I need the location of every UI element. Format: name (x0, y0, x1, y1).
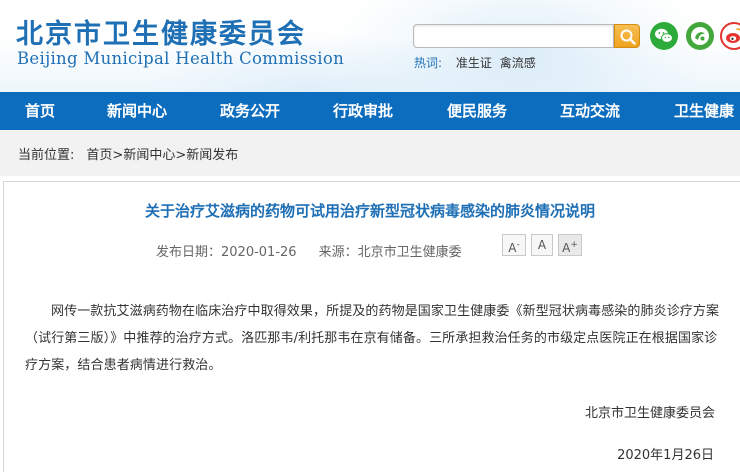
search-field[interactable] (413, 24, 614, 48)
article-signature: 北京市卫生健康委员会 (584, 406, 715, 421)
breadcrumb-separator: > (112, 148, 124, 163)
hotwords: 热词: 准生证 禽流感 (414, 54, 540, 71)
nav-item-interaction[interactable]: 互动交流 (560, 92, 620, 130)
breadcrumb-home[interactable]: 首页 (86, 148, 112, 163)
hotword-link[interactable]: 准生证 (456, 56, 492, 70)
nav-item-government-affairs[interactable]: 政务公开 (220, 92, 280, 130)
breadcrumb: 当前位置: 首页>新闻中心>新闻发布 (18, 144, 238, 163)
logo-english[interactable]: Beijing Municipal Health Commission (17, 49, 344, 68)
breadcrumb-label: 当前位置: (18, 148, 75, 163)
search-icon (620, 29, 636, 45)
nav-item-administrative-approval[interactable]: 行政审批 (333, 92, 393, 130)
article-source: 来源：北京市卫生健康委 (318, 245, 462, 260)
article-meta: 发布日期：2020-01-26 来源：北京市卫生健康委 (156, 241, 462, 260)
article-body: 网传一款抗艾滋病药物在临床治疗中取得效果，所提及的药物是国家卫生健康委《新型冠状… (25, 304, 720, 373)
breadcrumb-news[interactable]: 新闻中心 (123, 148, 175, 163)
font-size-small-sup: - (516, 240, 520, 250)
search-button[interactable] (614, 24, 640, 48)
wechat-icon[interactable] (650, 22, 678, 50)
font-size-medium-label: A (537, 238, 547, 252)
logo-chinese[interactable]: 北京市卫生健康委员会 (16, 12, 306, 51)
font-size-small-button[interactable]: A- (502, 234, 526, 256)
app-icon[interactable] (686, 22, 714, 50)
weibo-icon[interactable] (720, 22, 740, 50)
breadcrumb-news-release[interactable]: 新闻发布 (186, 148, 238, 163)
hotwords-label: 热词: (414, 56, 443, 70)
site-header: 北京市卫生健康委员会 Beijing Municipal Health Comm… (0, 0, 740, 92)
font-size-medium-button[interactable]: A (531, 234, 553, 256)
nav-item-health[interactable]: 卫生健康 (674, 92, 734, 130)
nav-item-public-services[interactable]: 便民服务 (447, 92, 507, 130)
breadcrumb-separator: > (175, 148, 187, 163)
font-size-large-sup: + (570, 240, 578, 250)
article-title: 关于治疗艾滋病的药物可试用治疗新型冠状病毒感染的肺炎情况说明 (144, 202, 595, 220)
nav-item-news[interactable]: 新闻中心 (107, 92, 167, 130)
hotword-link[interactable]: 禽流感 (500, 56, 536, 70)
nav-item-home[interactable]: 首页 (25, 92, 55, 130)
breadcrumb-bar: 当前位置: 首页>新闻中心>新闻发布 (0, 130, 740, 176)
font-size-large-button[interactable]: A+ (558, 234, 582, 256)
publish-date: 发布日期：2020-01-26 (156, 245, 297, 260)
article-date: 2020年1月26日 (617, 448, 714, 463)
main-nav: 首页 新闻中心 政务公开 行政审批 便民服务 互动交流 卫生健康 (0, 92, 740, 130)
search-input[interactable] (414, 25, 613, 47)
